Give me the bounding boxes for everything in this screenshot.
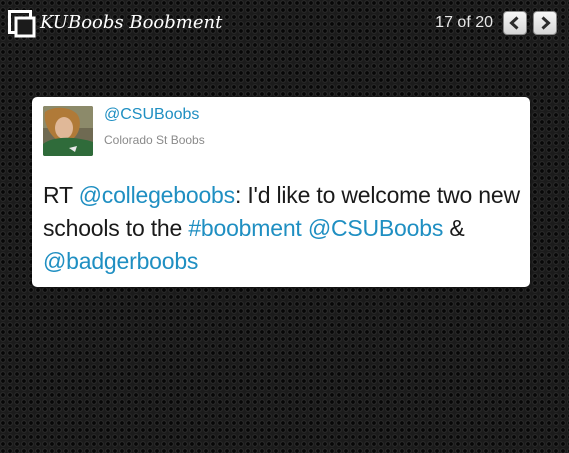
tweet-display-name: Colorado St Boobs [104, 133, 205, 147]
next-button[interactable] [533, 11, 557, 35]
mention-link[interactable]: @badgerboobs [43, 248, 198, 274]
mention-link[interactable]: @CSUBoobs [308, 215, 444, 241]
tweet-text-segment: RT [43, 182, 79, 208]
tweet-handle[interactable]: @CSUBoobs [104, 106, 199, 124]
chevron-left-icon [508, 16, 522, 30]
chevron-right-icon [538, 16, 552, 30]
mention-link[interactable]: @collegeboobs [79, 182, 236, 208]
tweet-text-segment: & [443, 215, 465, 241]
tweet-text: RT @collegeboobs: I'd like to welcome tw… [43, 179, 523, 278]
hashtag-link[interactable]: #boobment [188, 215, 301, 241]
previous-button[interactable] [503, 11, 527, 35]
header-bar: KUBoobs Boobment 17 of 20 [0, 0, 569, 48]
page-counter: 17 of 20 [435, 14, 493, 31]
avatar[interactable] [43, 106, 93, 156]
slideshow-frame-icon [8, 10, 36, 38]
app-title: KUBoobs Boobment [40, 12, 223, 33]
tweet-card: @CSUBoobs Colorado St Boobs RT @collegeb… [32, 97, 530, 287]
